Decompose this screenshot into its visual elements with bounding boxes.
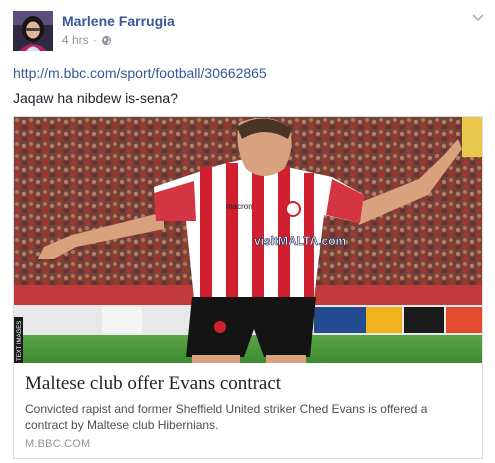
link-preview-domain: M.BBC.COM <box>25 438 91 450</box>
post-message: Jaqaw ha nibdew is-sena? <box>13 90 178 106</box>
link-preview-description: Convicted rapist and former Sheffield Un… <box>25 402 428 432</box>
link-preview-image[interactable]: visitMALTA.com macron TEXT IMAGES <box>14 117 482 363</box>
shirt-sponsor-text: visitMALTA.com <box>254 234 346 248</box>
avatar-image <box>13 11 53 51</box>
photo-credit-text: TEXT IMAGES <box>17 321 23 361</box>
link-preview-card[interactable]: visitMALTA.com macron TEXT IMAGES Maltes… <box>13 116 483 459</box>
author-avatar[interactable] <box>13 11 53 51</box>
meta-separator: · <box>92 33 97 47</box>
link-preview-body[interactable]: Maltese club offer Evans contract Convic… <box>14 363 482 458</box>
shared-link-url[interactable]: http://m.bbc.com/sport/football/30662865 <box>13 65 267 81</box>
kit-brand-text: macron <box>226 202 253 211</box>
football-photo: visitMALTA.com macron TEXT IMAGES <box>14 117 482 363</box>
post-timestamp[interactable]: 4 hrs <box>62 33 89 47</box>
chevron-down-icon[interactable] <box>472 14 484 22</box>
link-preview-title[interactable]: Maltese club offer Evans contract <box>25 373 281 395</box>
globe-icon[interactable] <box>101 35 112 46</box>
post-meta: 4 hrs · <box>62 33 112 47</box>
author-name[interactable]: Marlene Farrugia <box>62 13 175 29</box>
facebook-post: Marlene Farrugia 4 hrs · http://m.bbc.co… <box>0 0 495 463</box>
